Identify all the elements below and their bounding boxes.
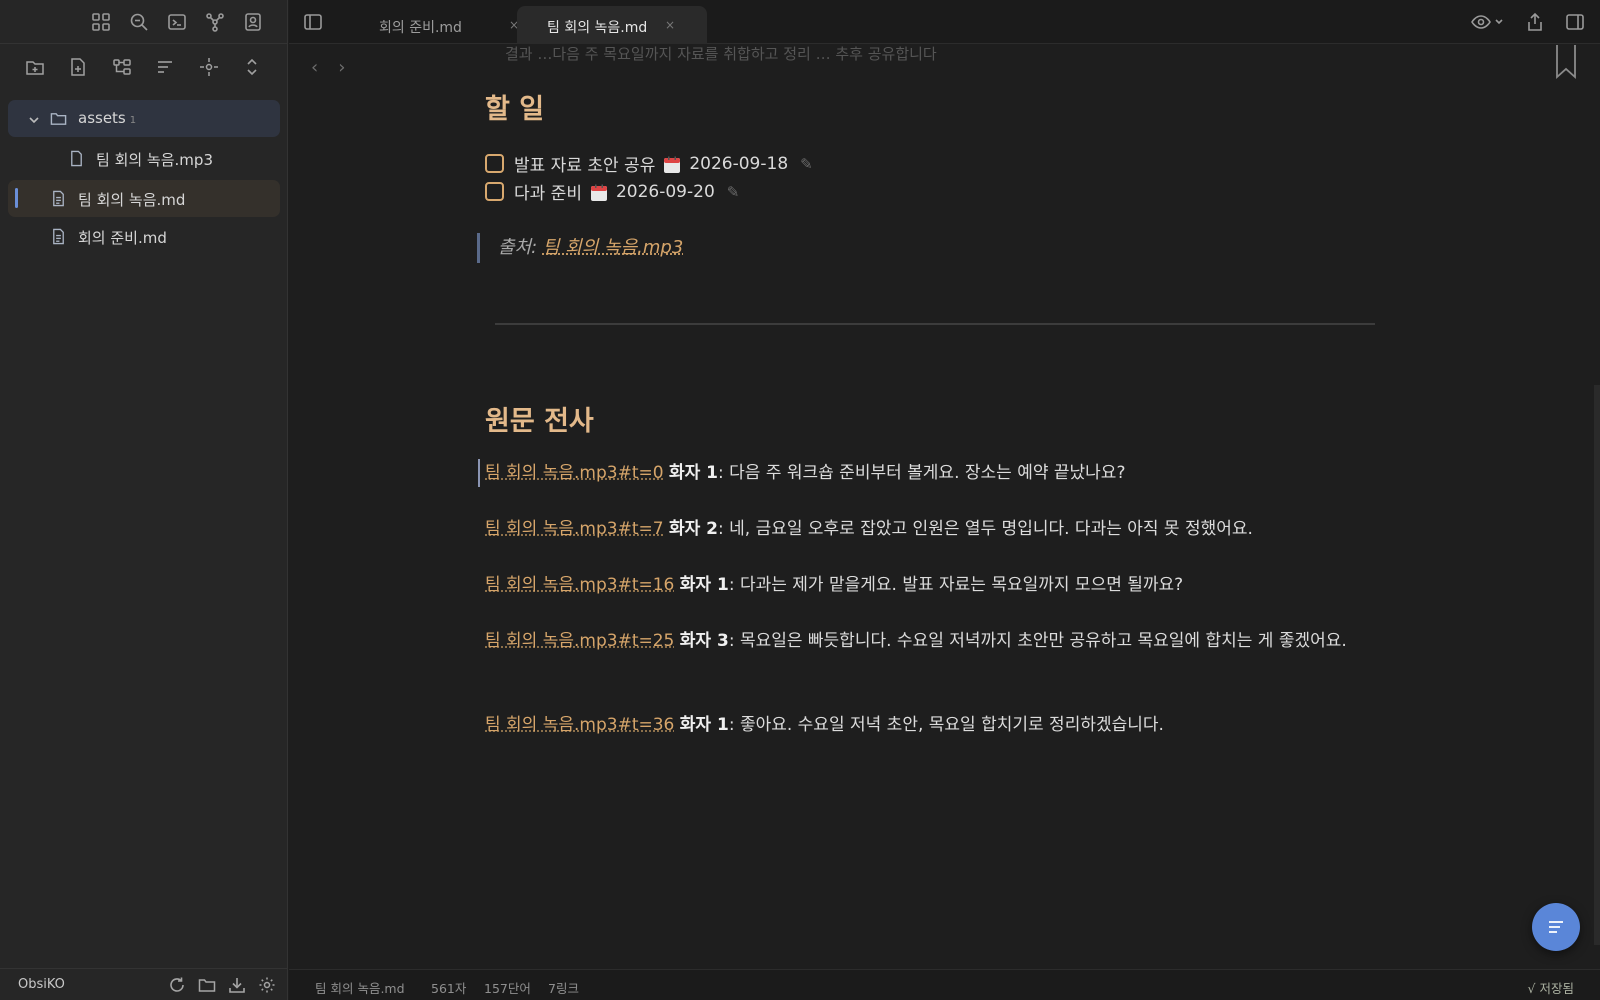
sidebar-footer: ObsiKO: [0, 968, 288, 1000]
sync-icon[interactable]: [168, 976, 186, 994]
calendar-icon: [663, 156, 681, 174]
speaker-label: 화자 1: [668, 463, 718, 483]
file-label: 회의 준비.md: [78, 229, 167, 247]
download-icon[interactable]: [228, 976, 246, 994]
task-text: 다과 준비: [514, 184, 582, 204]
search-icon[interactable]: [129, 12, 149, 32]
folder-label: assets: [78, 109, 126, 127]
transcript-line: 팀 회의 녹음.mp3#t=7 화자 2: 네, 금요일 오후로 잡았고 인원은…: [485, 515, 1385, 543]
horizontal-rule: [495, 323, 1375, 325]
speaker-label: 화자 1: [679, 715, 729, 735]
status-file-name: 팀 회의 녹음.md: [315, 981, 405, 996]
task-date: 2026-09-20: [615, 181, 715, 202]
speaker-label: 화자 1: [679, 575, 729, 595]
chevron-down-icon[interactable]: [28, 112, 40, 124]
status-bar: 팀 회의 녹음.md 561자 157단어 7링크 √ 저장됨: [289, 969, 1600, 1000]
folder-count: 1: [129, 115, 137, 126]
quote-prefix: 출처:: [498, 237, 543, 258]
note-icon: [50, 190, 67, 207]
status-link-count: 7링크: [548, 981, 579, 996]
timestamp-link[interactable]: 팀 회의 녹음.mp3#t=7: [485, 519, 664, 539]
right-sidebar-toggle-icon[interactable]: [1565, 12, 1585, 32]
status-char-count: 561자: [431, 981, 467, 996]
graph-icon[interactable]: [205, 12, 225, 32]
task-item: 다과 준비 2026-09-20 ✎: [485, 179, 739, 204]
canvas-icon[interactable]: [112, 57, 132, 77]
task-date: 2026-09-18: [689, 153, 789, 174]
transcript-line: 팀 회의 녹음.mp3#t=36 화자 1: 좋아요. 수요일 저녁 초안, 목…: [485, 711, 1385, 739]
share-icon[interactable]: [1525, 12, 1545, 32]
tab-bar: 회의 준비.md × 팀 회의 녹음.md ×: [289, 0, 1600, 44]
note-icon: [50, 228, 67, 245]
tree-file-prep[interactable]: 회의 준비.md: [8, 218, 280, 255]
transcript-line: 팀 회의 녹음.mp3#t=0 화자 1: 다음 주 워크숍 준비부터 볼게요.…: [485, 459, 1385, 487]
clipped-text-line: 결과 …다음 주 목요일까지 자료를 취합하고 정리 … 추후 공유합니다: [505, 45, 937, 63]
edit-pencil-icon[interactable]: ✎: [727, 183, 740, 201]
timestamp-link[interactable]: 팀 회의 녹음.mp3#t=36: [485, 715, 674, 735]
tab-label: 팀 회의 녹음.md: [547, 20, 648, 36]
new-folder-icon[interactable]: [25, 57, 45, 77]
utterance-text: : 다과는 제가 맡을게요. 발표 자료는 목요일까지 모으면 될까요?: [728, 575, 1184, 595]
speaker-label: 화자 2: [668, 519, 718, 539]
file-label: 팀 회의 녹음.md: [78, 191, 186, 209]
folder-icon: [50, 110, 67, 127]
forward-arrow-icon[interactable]: ›: [338, 57, 345, 78]
tree-file-mp3[interactable]: 팀 회의 녹음.mp3: [8, 140, 280, 177]
editor-scrollbar[interactable]: [1594, 385, 1600, 945]
task-text: 발표 자료 초안 공유: [514, 156, 656, 176]
timestamp-link[interactable]: 팀 회의 녹음.mp3#t=25: [485, 631, 674, 651]
list-icon: [1549, 921, 1563, 933]
vault-name[interactable]: ObsiKO: [18, 977, 65, 992]
utterance-text: : 목요일은 빠듯합니다. 수요일 저녁까지 초안만 공유하고 목요일에 합치는…: [728, 631, 1347, 651]
transcript-line: 팀 회의 녹음.mp3#t=25 화자 3: 목요일은 빠듯합니다. 수요일 저…: [485, 627, 1385, 655]
new-note-icon[interactable]: [68, 57, 88, 77]
sort-icon[interactable]: [155, 57, 175, 77]
calendar-icon: [590, 184, 608, 202]
tab-team-recording[interactable]: 팀 회의 녹음.md ×: [517, 6, 707, 44]
sidebar-toggle-icon[interactable]: [303, 12, 323, 32]
task-checkbox[interactable]: [485, 154, 504, 173]
reveal-file-icon[interactable]: [199, 57, 219, 77]
tree-file-active[interactable]: 팀 회의 녹음.md: [8, 180, 280, 217]
source-blockquote: 출처: 팀 회의 녹음.mp3: [477, 233, 683, 263]
utterance-text: : 좋아요. 수요일 저녁 초안, 목요일 합치기로 정리하겠습니다.: [728, 715, 1164, 735]
expand-collapse-icon[interactable]: [242, 57, 262, 77]
active-indicator: [15, 188, 18, 208]
task-checkbox[interactable]: [485, 182, 504, 201]
status-saved: √ 저장됨: [1527, 981, 1574, 996]
outline-fab-button[interactable]: [1532, 903, 1580, 951]
text-cursor: [478, 459, 480, 487]
tab-label: 회의 준비.md: [379, 20, 462, 36]
profile-icon[interactable]: [243, 12, 263, 32]
reading-view-icon[interactable]: [1471, 12, 1505, 32]
terminal-icon[interactable]: [167, 12, 187, 32]
status-word-count: 157단어: [484, 981, 531, 996]
bookmark-icon[interactable]: [1554, 45, 1578, 80]
source-link[interactable]: 팀 회의 녹음.mp3: [543, 237, 683, 258]
todo-heading: 할 일: [485, 94, 545, 125]
speaker-label: 화자 3: [679, 631, 729, 651]
settings-icon[interactable]: [258, 976, 276, 994]
nav-arrows: ‹ ›: [311, 57, 365, 78]
back-arrow-icon[interactable]: ‹: [311, 57, 318, 78]
transcript-heading: 원문 전사: [485, 406, 594, 437]
transcript-line: 팀 회의 녹음.mp3#t=16 화자 1: 다과는 제가 맡을게요. 발표 자…: [485, 571, 1385, 599]
folder-open-icon[interactable]: [198, 976, 216, 994]
file-label: 팀 회의 녹음.mp3: [96, 151, 213, 169]
editor-pane[interactable]: ‹ › 결과 …다음 주 목요일까지 자료를 취합하고 정리 … 추후 공유합니다…: [289, 45, 1600, 969]
sidebar-ribbon: [0, 0, 288, 44]
file-icon: [68, 150, 85, 167]
utterance-text: : 네, 금요일 오후로 잡았고 인원은 열두 명입니다. 다과는 아직 못 정…: [718, 519, 1253, 539]
utterance-text: : 다음 주 워크숍 준비부터 볼게요. 장소는 예약 끝났나요?: [718, 463, 1126, 483]
task-item: 발표 자료 초안 공유 2026-09-18 ✎: [485, 151, 813, 176]
left-sidebar: assets 1 팀 회의 녹음.mp3 팀 회의 녹음.md 회의 준비.md …: [0, 0, 288, 1000]
tree-folder-assets[interactable]: assets 1: [8, 100, 280, 137]
files-icon[interactable]: [91, 12, 111, 32]
edit-pencil-icon[interactable]: ✎: [800, 155, 813, 173]
timestamp-link[interactable]: 팀 회의 녹음.mp3#t=16: [485, 575, 674, 595]
tab-close-button[interactable]: ×: [665, 18, 675, 32]
timestamp-link[interactable]: 팀 회의 녹음.mp3#t=0: [485, 463, 664, 483]
